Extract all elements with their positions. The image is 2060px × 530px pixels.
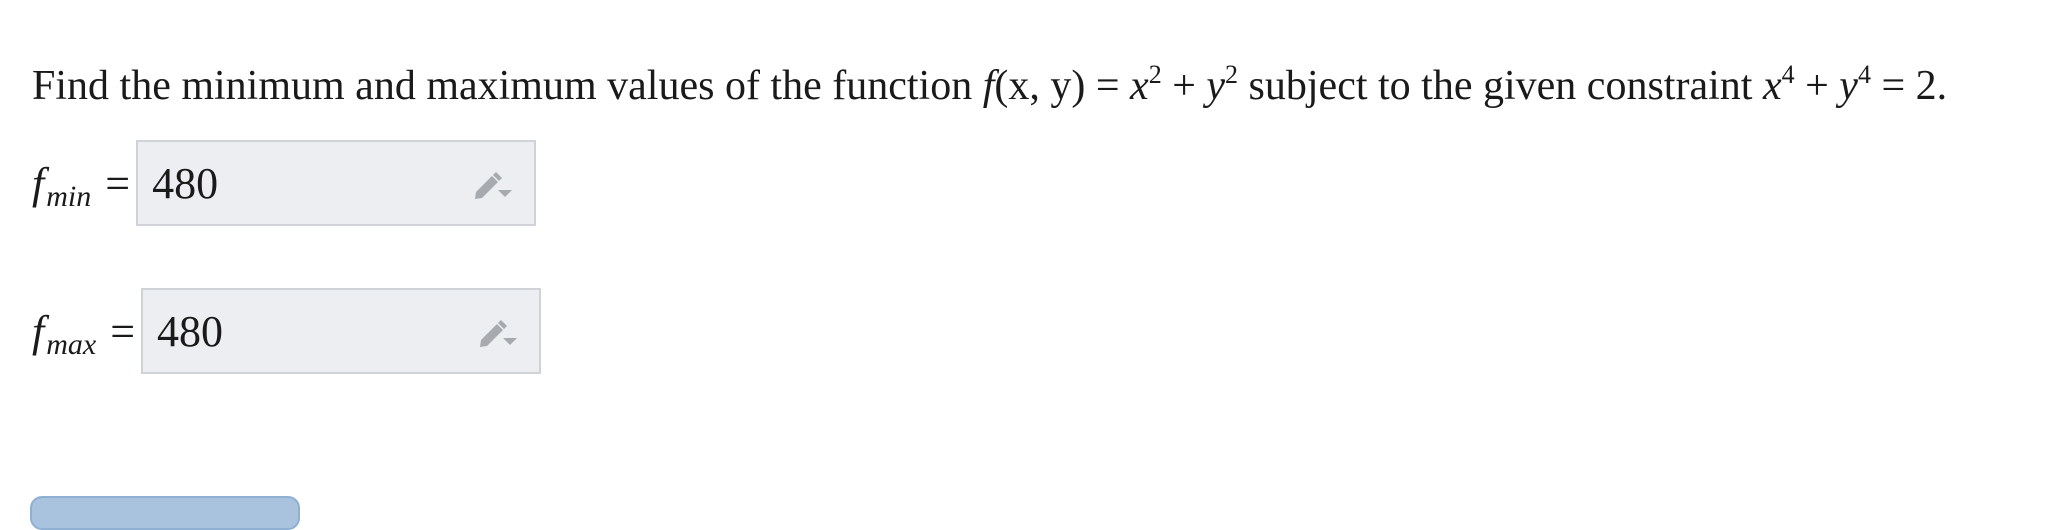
function-x: x xyxy=(1130,63,1149,109)
fmax-subscript: max xyxy=(46,327,97,361)
fmin-answer-field[interactable]: 480 xyxy=(136,140,537,226)
function-symbol: f xyxy=(982,63,995,109)
fmin-subscript: min xyxy=(46,179,92,213)
constraint-expression: x4 + y4 = 2. xyxy=(1762,60,1948,110)
function-x-exponent: 2 xyxy=(1148,60,1162,89)
constraint-rhs: 2. xyxy=(1915,63,1948,109)
constraint-x-exponent: 4 xyxy=(1781,60,1795,89)
answer-row-min: f min = 480 xyxy=(32,140,537,226)
function-plus: + xyxy=(1172,63,1196,109)
fmax-answer-field[interactable]: 480 xyxy=(141,288,542,374)
pencil-dropdown-icon[interactable] xyxy=(472,170,514,200)
question-lead: Find the minimum and maximum values of t… xyxy=(32,63,973,109)
fmin-label: f min xyxy=(32,158,91,213)
constraint-x: x xyxy=(1762,63,1782,109)
fmax-answer-value[interactable]: 480 xyxy=(157,306,223,357)
pencil-dropdown-icon[interactable] xyxy=(477,318,519,348)
function-equals: = xyxy=(1095,63,1120,109)
function-y-exponent: 2 xyxy=(1225,60,1239,89)
constraint-equals: = xyxy=(1881,63,1906,109)
function-args: (x, y) xyxy=(994,63,1086,109)
constraint-y: y xyxy=(1839,63,1858,109)
fmin-equals: = xyxy=(105,158,131,208)
submit-button[interactable] xyxy=(30,496,300,530)
function-y: y xyxy=(1206,63,1226,109)
constraint-y-exponent: 4 xyxy=(1857,60,1871,89)
fmin-symbol: f xyxy=(32,158,45,208)
fmin-answer-value[interactable]: 480 xyxy=(152,158,218,209)
question-middle: subject to the given constraint xyxy=(1248,63,1753,109)
constraint-plus: + xyxy=(1805,63,1829,109)
answer-row-max: f max = 480 xyxy=(32,288,542,374)
function-expression: f(x, y) = x2 + y2 xyxy=(982,60,1249,110)
fmax-symbol: f xyxy=(32,306,45,356)
question-text: Find the minimum and maximum values of t… xyxy=(32,58,1947,114)
fmax-equals: = xyxy=(110,306,136,356)
fmax-label: f max xyxy=(32,306,96,361)
